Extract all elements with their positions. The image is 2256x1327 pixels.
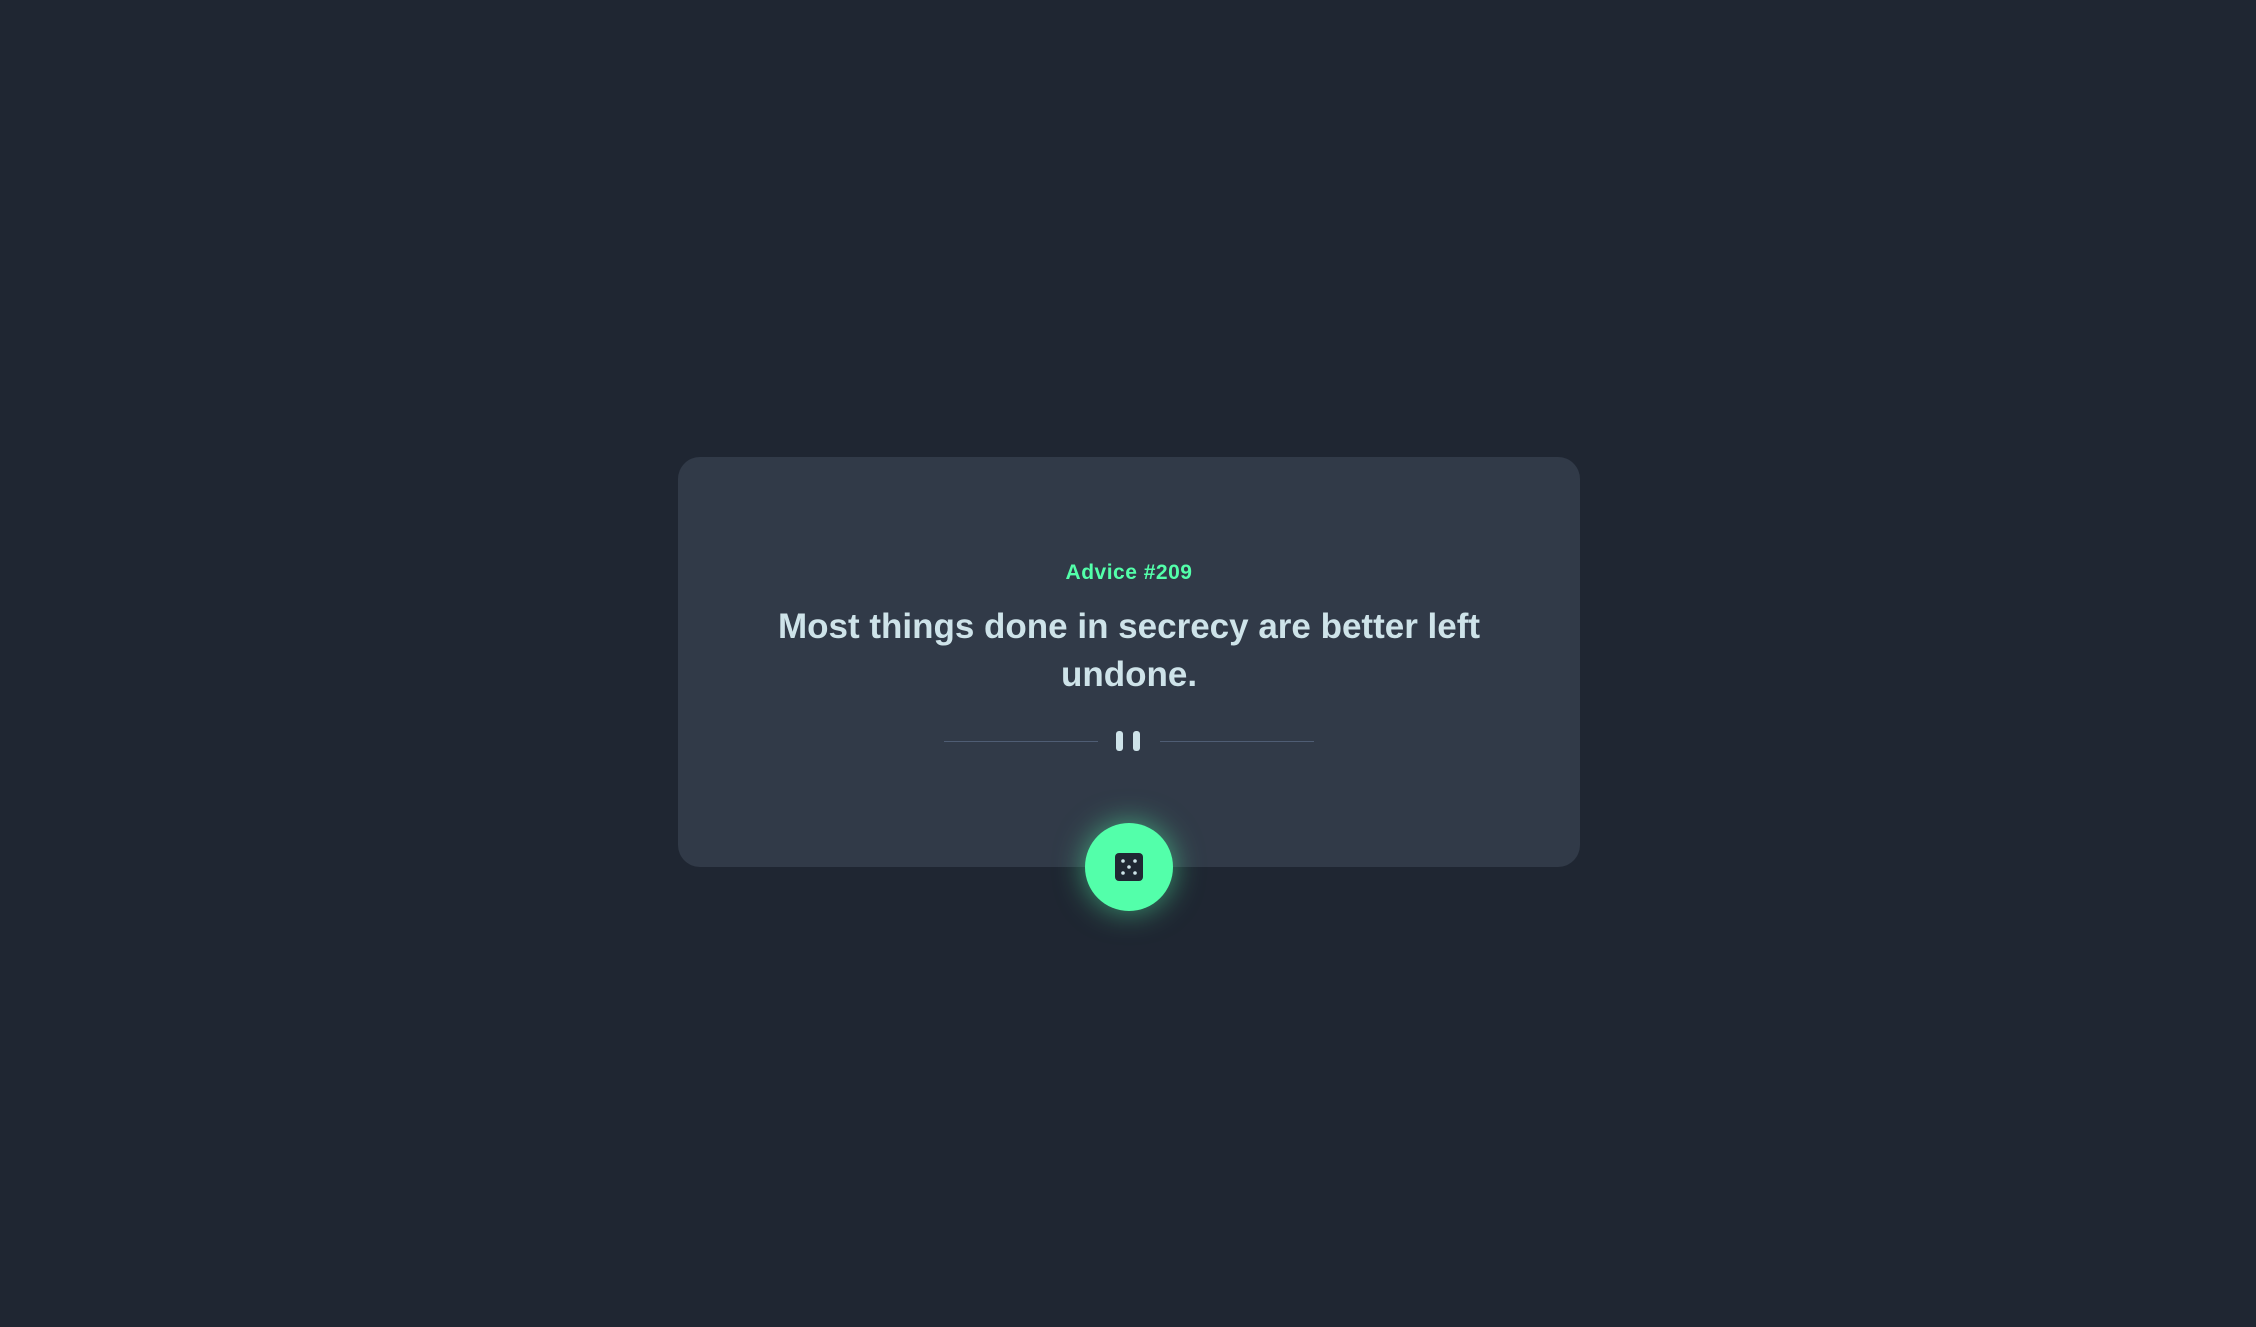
advice-card: Advice #209 Most things done in secrecy …	[678, 457, 1580, 867]
advice-text: Most things done in secrecy are better l…	[777, 607, 1481, 694]
advice-id: Advice #209	[1065, 561, 1193, 585]
dice-icon	[1115, 853, 1143, 881]
new-advice-button[interactable]	[1085, 823, 1173, 911]
divider	[944, 729, 1314, 753]
divider-line-right	[1160, 741, 1314, 742]
divider-line-left	[944, 741, 1098, 742]
pause-icon	[1116, 731, 1144, 751]
